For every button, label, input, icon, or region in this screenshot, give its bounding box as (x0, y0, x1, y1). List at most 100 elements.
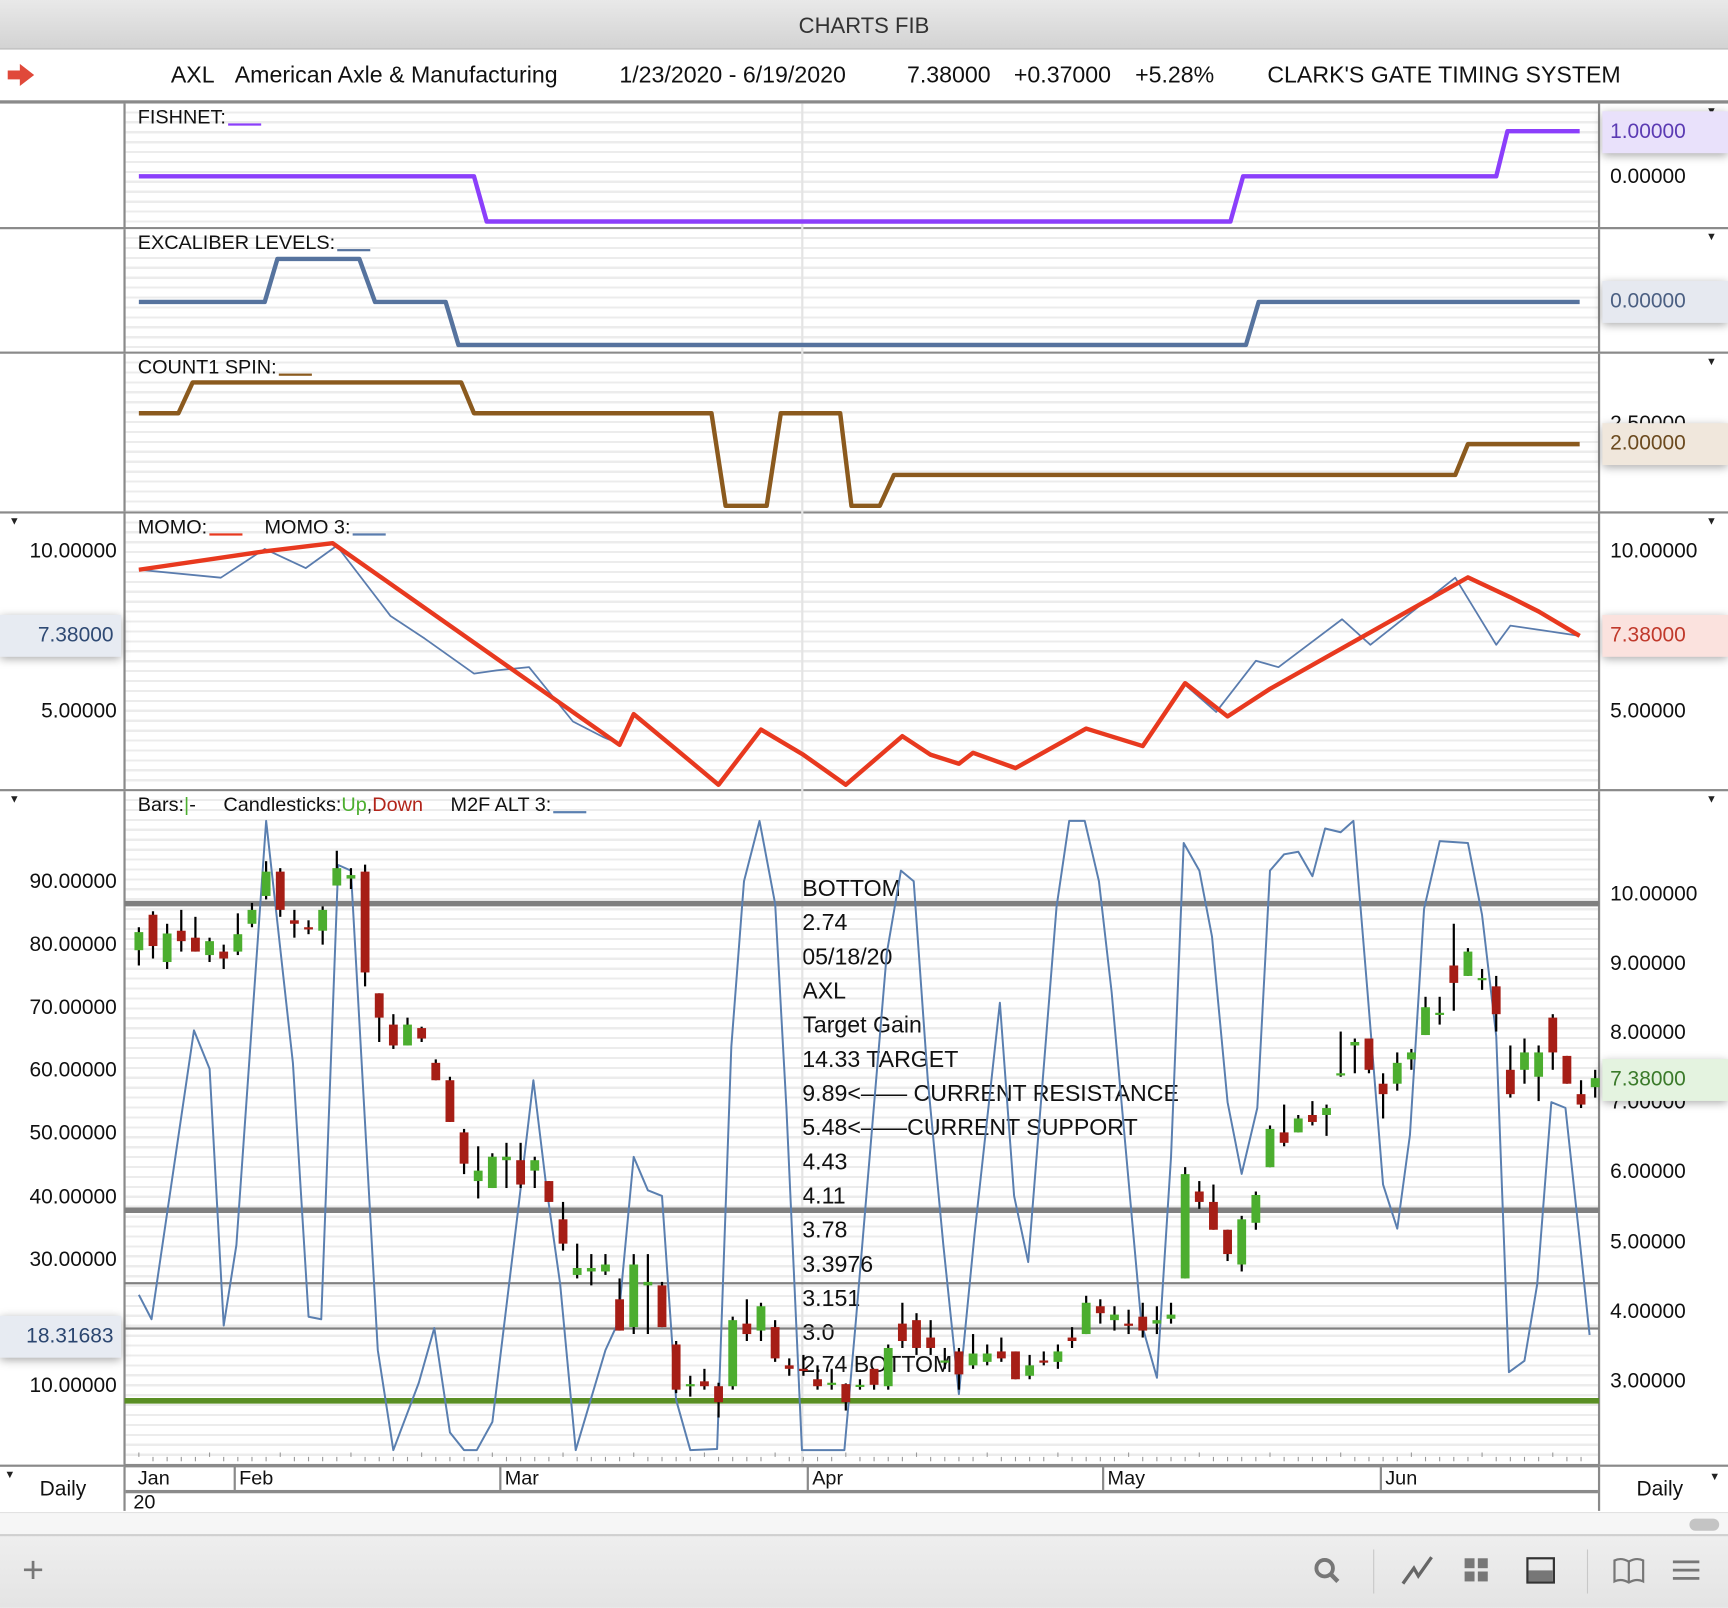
candle-up (332, 868, 342, 886)
candle-up (1180, 1174, 1190, 1279)
candle-down (1279, 1132, 1289, 1143)
candle-down (516, 1160, 526, 1185)
candlesticks-label: Candlesticks: (223, 793, 342, 816)
candle-up (968, 1353, 978, 1366)
candle-down (304, 927, 313, 930)
candle-down (1039, 1360, 1049, 1363)
candle-up (502, 1156, 511, 1161)
excaliber-line (138, 256, 1580, 348)
candle-up (1520, 1052, 1529, 1070)
candle-down (1449, 965, 1459, 983)
candle-down (1308, 1115, 1317, 1122)
candle-down (657, 1285, 667, 1328)
candle-down (897, 1323, 907, 1342)
candle-up (205, 941, 214, 956)
candle-up (1421, 1007, 1430, 1036)
candle-up (1590, 1078, 1600, 1088)
candle-up (134, 932, 144, 951)
candle-up (1392, 1062, 1402, 1084)
candle-up (1166, 1314, 1176, 1319)
candle-up (1534, 1052, 1544, 1077)
candle-down (798, 1368, 808, 1372)
candle-up (318, 909, 328, 931)
candle-down (700, 1381, 709, 1387)
bars-dash: - (189, 793, 196, 816)
candle-down (1491, 986, 1501, 1015)
candle-up (1237, 1219, 1247, 1265)
candle-down (374, 993, 384, 1018)
candle-down (784, 1365, 794, 1369)
candle-down (558, 1219, 568, 1244)
count1-line (138, 380, 1580, 509)
candle-up (1081, 1302, 1091, 1335)
candle-up (473, 1170, 483, 1182)
candle-up (233, 934, 243, 952)
candle-down (431, 1062, 441, 1081)
candle-down (1011, 1351, 1020, 1380)
candle-up (1463, 951, 1473, 976)
candle-up (530, 1160, 540, 1171)
candle-up (601, 1264, 610, 1272)
candle-up (1406, 1052, 1416, 1060)
candle-down (219, 951, 229, 959)
candle-down (1209, 1201, 1218, 1230)
candle-up (572, 1267, 582, 1275)
candle-up (643, 1281, 653, 1286)
candle-down (176, 930, 186, 942)
candle-down (926, 1337, 936, 1348)
candle-down (1194, 1191, 1204, 1202)
candle-down (1124, 1323, 1134, 1326)
candle-up (883, 1347, 893, 1387)
candle-down (388, 1024, 398, 1046)
candle-down (417, 1028, 427, 1039)
m2f-legend-swatch (553, 811, 587, 814)
candle-up (940, 1360, 950, 1363)
candle-up (1293, 1118, 1303, 1133)
candle-up (1322, 1108, 1331, 1116)
candle-up (629, 1264, 639, 1328)
candle-up (403, 1024, 412, 1046)
chart-window: CHARTS FIB AXL American Axle & Manufactu… (0, 0, 1728, 1608)
candle-up (1025, 1365, 1035, 1376)
candle-up (247, 909, 257, 924)
candle-up (261, 871, 271, 896)
candle-down (360, 871, 370, 973)
candle-down (813, 1379, 822, 1387)
candle-down (996, 1351, 1006, 1359)
candle-down (1562, 1055, 1572, 1084)
candle-down (544, 1181, 554, 1202)
candle-down (1095, 1306, 1105, 1314)
candle-down (1223, 1229, 1232, 1255)
candle-down (289, 920, 299, 924)
momo3-line (138, 544, 1580, 785)
candle-down (714, 1386, 723, 1403)
down-legend: Down (372, 793, 423, 816)
candle-up (1336, 1073, 1346, 1076)
candle-up (487, 1156, 497, 1189)
candle-up (346, 875, 356, 879)
candle-up (756, 1306, 766, 1331)
candle-up (1053, 1351, 1063, 1362)
candle-down (912, 1320, 921, 1348)
candle-down (841, 1384, 851, 1403)
candle-down (445, 1080, 455, 1122)
candle-down (148, 914, 158, 947)
candle-up (1350, 1041, 1360, 1046)
candle-down (1548, 1017, 1558, 1053)
candle-down (191, 937, 200, 952)
candle-up (586, 1267, 596, 1272)
momo-line (138, 540, 1581, 787)
candle-up (1265, 1128, 1275, 1168)
candle-down (1576, 1094, 1586, 1105)
candle-up (1110, 1314, 1119, 1321)
candle-up (982, 1353, 992, 1362)
candle-down (1067, 1337, 1077, 1342)
candle-down (615, 1299, 624, 1331)
candle-up (855, 1384, 865, 1388)
candle-up (1435, 1012, 1445, 1015)
fishnet-line (138, 128, 1580, 224)
up-legend: Up (341, 793, 367, 816)
candle-up (827, 1382, 837, 1385)
candle-down (1505, 1069, 1515, 1095)
candle-down (742, 1323, 752, 1335)
